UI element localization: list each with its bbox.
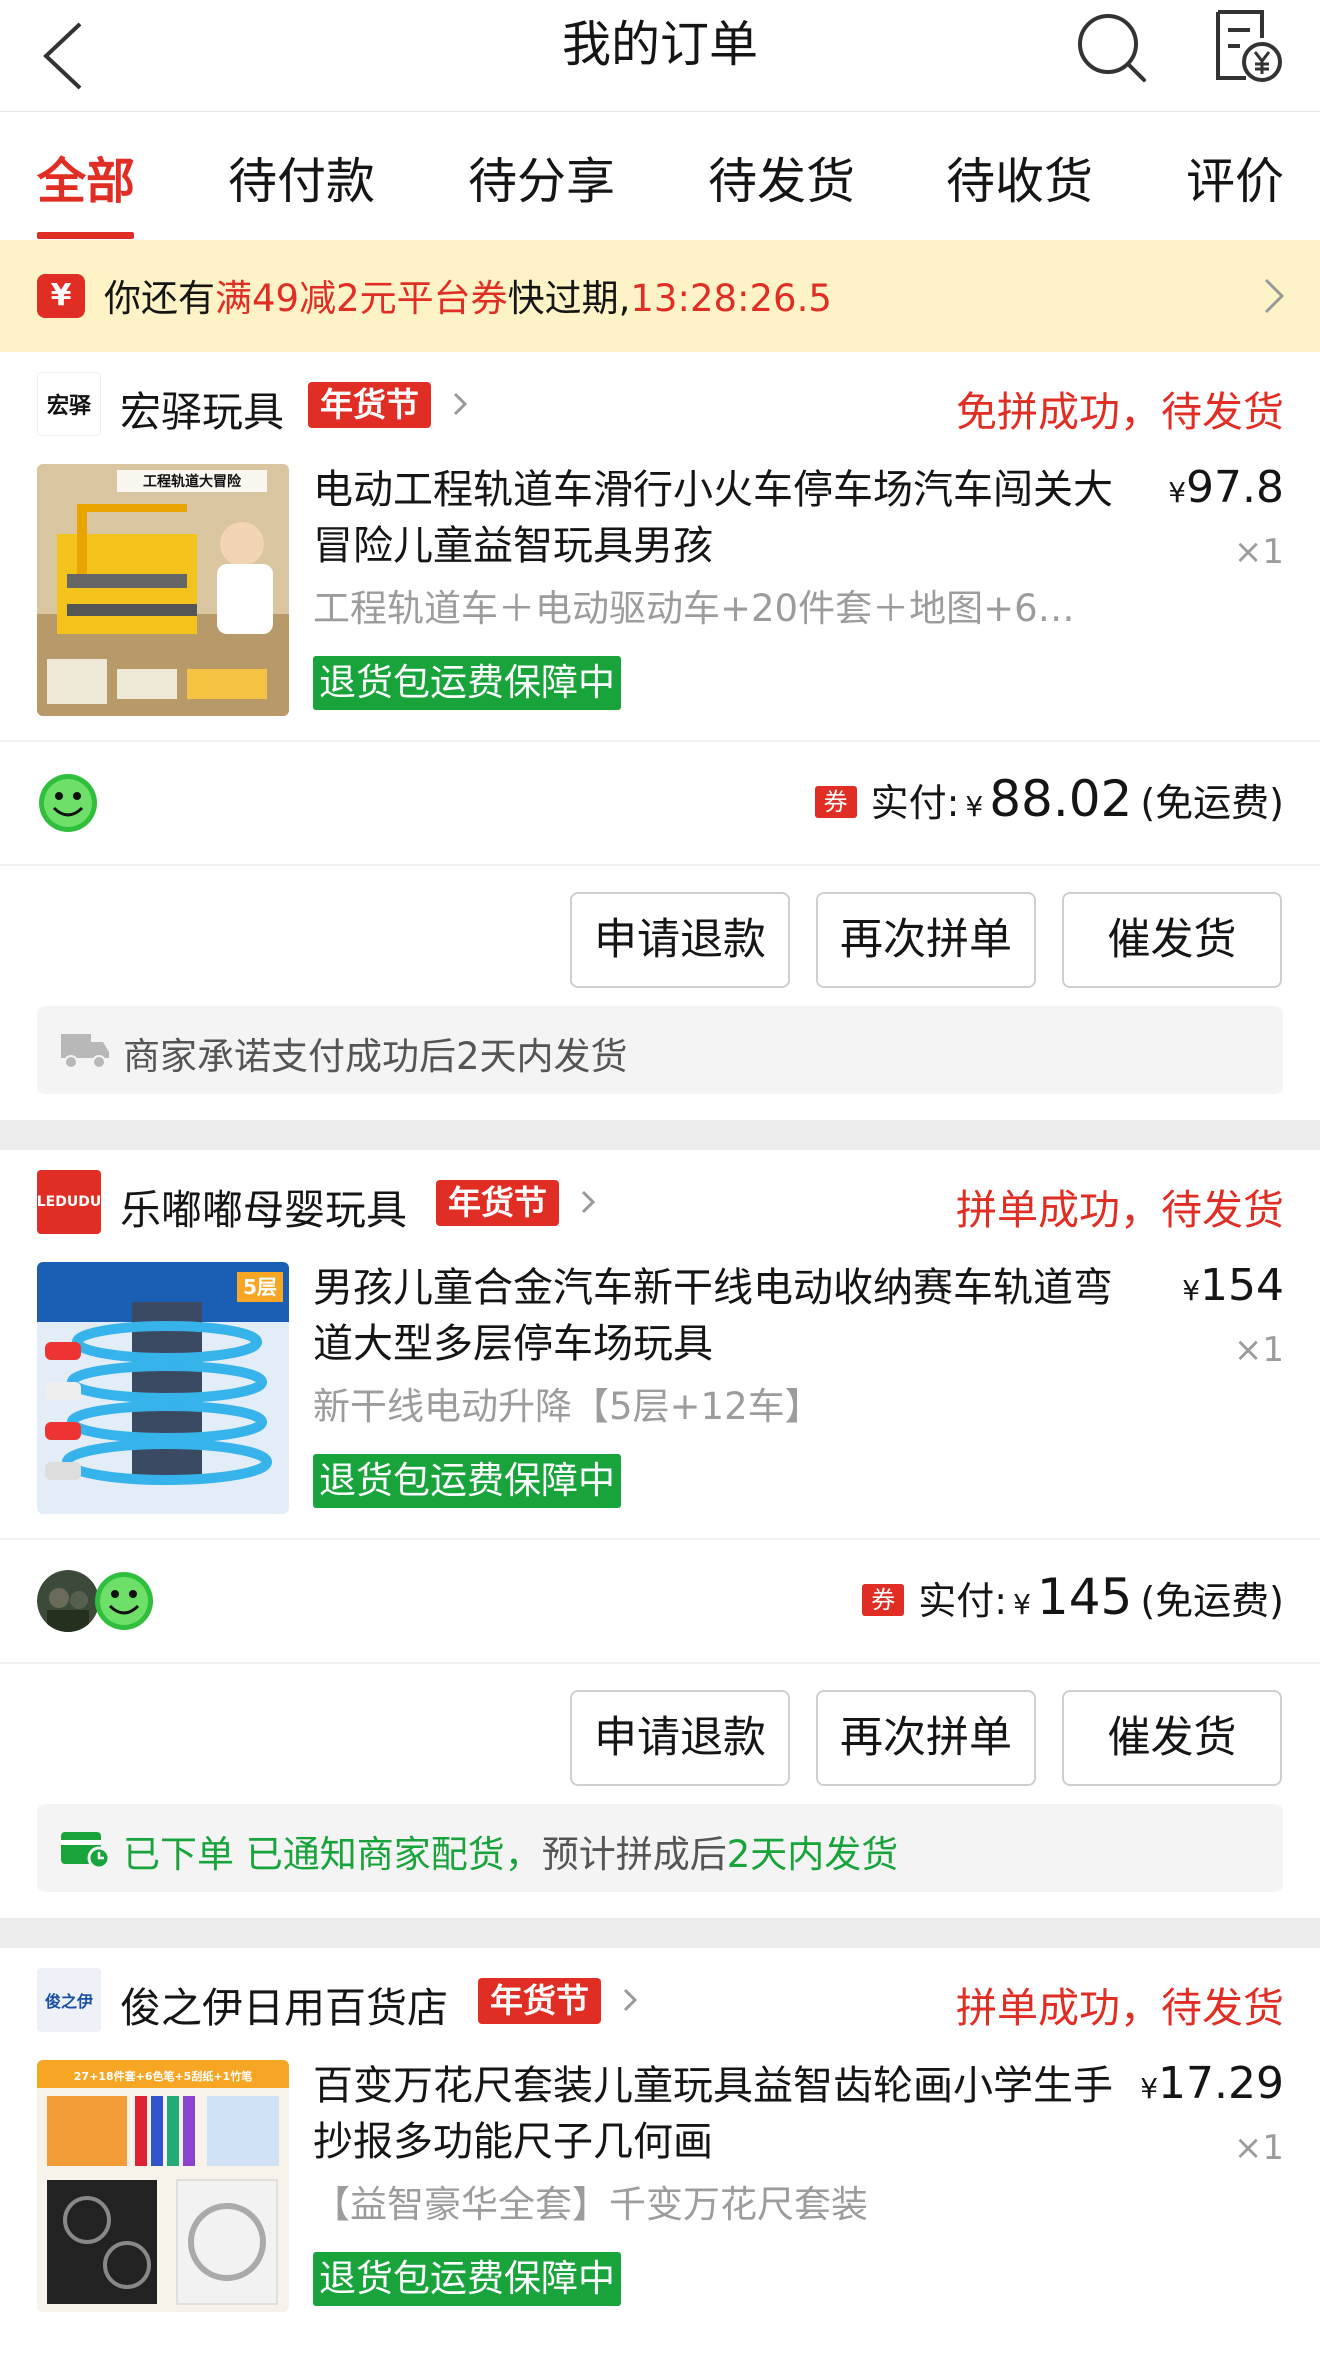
shop-logo[interactable]: 俊之伊: [37, 1968, 101, 2032]
product-spec: 工程轨道车＋电动驱动车+20件套＋地图+6…: [313, 587, 1075, 630]
product-price: ¥97.8: [1168, 462, 1284, 513]
return-shipping-guarantee-badge: 退货包运费保障中: [313, 656, 621, 710]
product-quantity: ×1: [1233, 2128, 1284, 2168]
coupon-badge: 券: [862, 1584, 905, 1616]
product-quantity: ×1: [1233, 1330, 1284, 1370]
image-caption: 工程轨道大冒险: [143, 473, 242, 490]
shipping-progress-text: 已下单 已通知商家配货，预计拼成后2天内发货: [123, 1833, 899, 1876]
coupon-expiry-notice[interactable]: ¥ 你还有满49减2元平台券快过期,13:28:26.5: [0, 240, 1320, 352]
payment-row: 券 实付: ¥ 88.02 (免运费): [0, 742, 1320, 864]
product-image[interactable]: 工程轨道大冒险: [37, 464, 289, 716]
active-tab-underline: [37, 232, 134, 239]
festival-badge: 年货节: [308, 382, 431, 428]
apply-refund-button[interactable]: 申请退款: [570, 892, 790, 988]
shipping-promise-info: 商家承诺支付成功后2天内发货: [37, 1006, 1283, 1094]
product-title[interactable]: 电动工程轨道车滑行小火车停车场汽车闯关大冒险儿童益智玩具男孩: [313, 462, 1133, 574]
paid-amount: 145: [1036, 1568, 1133, 1626]
apply-refund-button[interactable]: 申请退款: [570, 1690, 790, 1786]
shipping-promise-text: 商家承诺支付成功后2天内发货: [123, 1035, 628, 1078]
bill-icon[interactable]: [1210, 6, 1284, 86]
order-status: 免拼成功，待发货: [956, 388, 1284, 436]
tab-all[interactable]: 全部: [37, 142, 135, 213]
payment-summary: 券 实付: ¥ 88.02 (免运费): [814, 770, 1284, 828]
tab-review[interactable]: 评价: [1186, 142, 1284, 213]
regroup-button[interactable]: 再次拼单: [816, 892, 1036, 988]
coupon-badge: 券: [814, 786, 857, 818]
payment-summary: 券 实付: ¥ 145 (免运费): [862, 1568, 1284, 1626]
product-title[interactable]: 男孩儿童合金汽车新干线电动收纳赛车轨道弯道大型多层停车场玩具: [313, 1260, 1133, 1372]
product-quantity: ×1: [1233, 532, 1284, 572]
shop-logo[interactable]: 宏驿: [37, 372, 101, 436]
product-image[interactable]: 5层: [37, 1262, 289, 1514]
order-placed-icon: [61, 1832, 111, 1868]
shop-name[interactable]: 宏驿玩具: [120, 378, 284, 438]
notice-text: 你还有满49减2元平台券快过期,13:28:26.5: [104, 277, 832, 320]
shop-name[interactable]: 乐嘟嘟母婴玩具: [120, 1176, 407, 1236]
product-spec: 新干线电动升降【5层+12车】: [313, 1385, 822, 1428]
payment-row: 券 实付: ¥ 145 (免运费): [0, 1540, 1320, 1662]
order-card: LEDUDU 乐嘟嘟母婴玩具 年货节 拼单成功，待发货 5层 男孩儿童合金汽车新…: [0, 1150, 1320, 1918]
urge-shipment-button[interactable]: 催发货: [1062, 1690, 1282, 1786]
chevron-right-icon: [581, 1190, 596, 1214]
product-image[interactable]: 27+18件套+6色笔+5刮纸+1竹笔: [37, 2060, 289, 2312]
shop-name[interactable]: 俊之伊日用百货店: [120, 1974, 448, 2034]
chevron-right-icon: [1264, 278, 1285, 314]
order-card: 宏驿 宏驿玩具 年货节 免拼成功，待发货 工程轨道大冒险 电动工程轨道车滑行小火…: [0, 352, 1320, 1120]
top-bar: 我的订单: [0, 0, 1320, 112]
smiley-avatar: [95, 1572, 153, 1630]
shop-logo[interactable]: LEDUDU: [37, 1170, 101, 1234]
smiley-avatar: [39, 774, 97, 832]
order-card: 俊之伊 俊之伊日用百货店 年货节 拼单成功，待发货 27+18件套+6色笔+5刮…: [0, 1948, 1320, 2363]
festival-badge: 年货节: [478, 1978, 601, 2024]
regroup-button[interactable]: 再次拼单: [816, 1690, 1036, 1786]
order-tabs: 全部 待付款 待分享 待发货 待收货 评价: [0, 112, 1320, 240]
product-price: ¥17.29: [1140, 2058, 1284, 2109]
paid-amount: 88.02: [989, 770, 1133, 828]
order-status: 拼单成功，待发货: [956, 1186, 1284, 1234]
festival-badge: 年货节: [436, 1180, 559, 1226]
chevron-right-icon: [453, 392, 468, 416]
order-status: 拼单成功，待发货: [956, 1984, 1284, 2032]
tab-pending-payment[interactable]: 待付款: [228, 142, 375, 213]
search-icon[interactable]: [1072, 8, 1152, 88]
action-area: 申请退款 再次拼单 催发货 已下单 已通知商家配货，预计拼成后2天内发货: [0, 1664, 1320, 1918]
product-price: ¥154: [1182, 1260, 1284, 1311]
truck-icon: [61, 1034, 109, 1069]
tab-pending-receipt[interactable]: 待收货: [946, 142, 1093, 213]
urge-shipment-button[interactable]: 催发货: [1062, 892, 1282, 988]
return-shipping-guarantee-badge: 退货包运费保障中: [313, 1454, 621, 1508]
action-area: 申请退款 再次拼单 催发货 商家承诺支付成功后2天内发货: [0, 866, 1320, 1120]
tab-pending-shipment[interactable]: 待发货: [708, 142, 855, 213]
product-title[interactable]: 百变万花尺套装儿童玩具益智齿轮画小学生手抄报多功能尺子几何画: [313, 2058, 1133, 2170]
chevron-right-icon: [623, 1988, 638, 2012]
return-shipping-guarantee-badge: 退货包运费保障中: [313, 2252, 621, 2306]
shipping-progress-info: 已下单 已通知商家配货，预计拼成后2天内发货: [37, 1804, 1283, 1892]
tab-pending-share[interactable]: 待分享: [468, 142, 615, 213]
coupon-icon: ¥: [37, 274, 85, 318]
product-spec: 【益智豪华全套】千变万花尺套装: [313, 2183, 868, 2226]
image-caption: 27+18件套+6色笔+5刮纸+1竹笔: [74, 2069, 252, 2083]
user-avatar: [37, 1570, 99, 1632]
image-caption: 5层: [243, 1275, 277, 1299]
